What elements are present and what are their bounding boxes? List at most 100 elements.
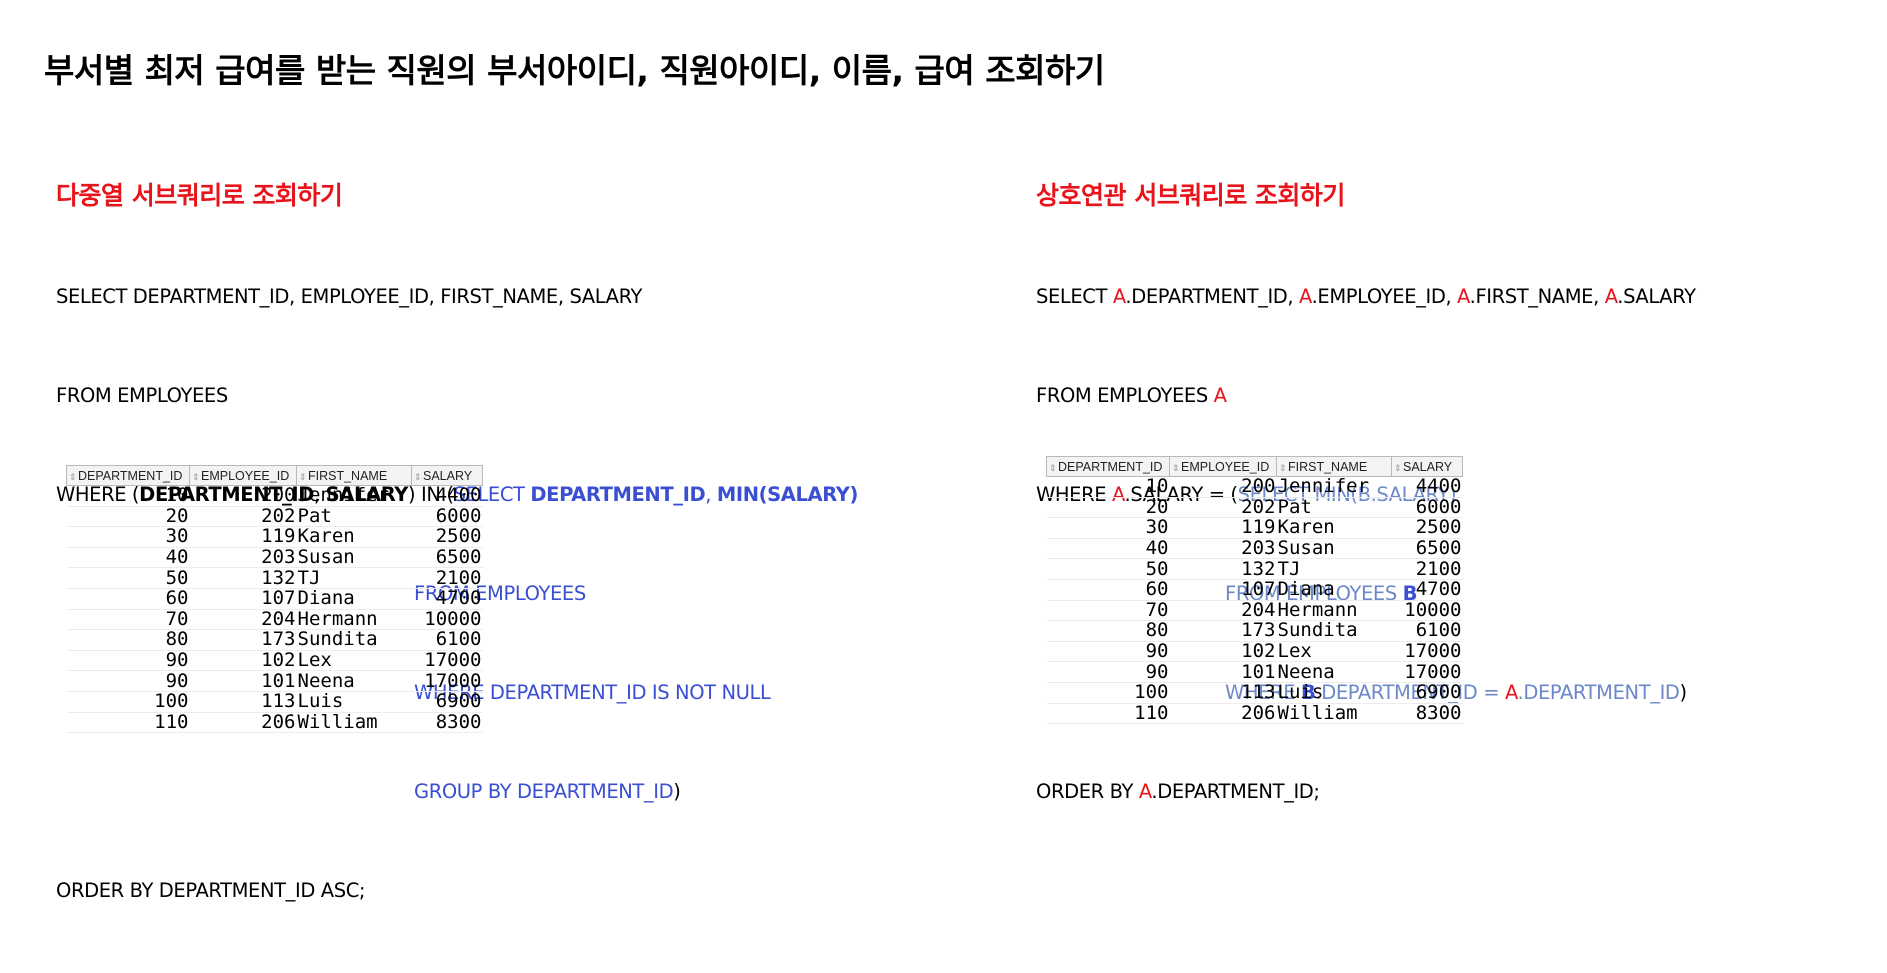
cell-employee-id: 101 [1169,661,1277,683]
table-row[interactable]: 90 102 Lex 17000 [1046,641,1463,663]
cell-first-name: Hermann [1276,600,1392,622]
cell-department-id: 70 [66,609,190,631]
sql-line: SELECT A.DEPARTMENT_ID, A.EMPLOYEE_ID, A… [1036,280,1696,313]
page-title: 부서별 최저 급여를 받는 직원의 부서아이디, 직원아이디, 이름, 급여 조… [44,51,1105,90]
table-header-row: ⇕DEPARTMENT_ID ⇕EMPLOYEE_ID ⇕FIRST_NAME … [1046,456,1463,477]
cell-employee-id: 200 [1169,476,1277,498]
sql-text: .FIRST_NAME, [1469,285,1605,308]
sort-arrows-icon[interactable]: ⇕ [1394,463,1402,474]
table-row[interactable]: 40 203 Susan 6500 [66,547,483,569]
right-table-body: 10 200 Jennifer 4400 20 202 Pat 6000 30 119 Karen 2… [1046,476,1463,725]
sort-arrows-icon[interactable]: ⇕ [69,472,77,483]
table-row[interactable]: 10 200 Jennifer 4400 [66,485,483,507]
cell-department-id: 110 [66,712,190,734]
table-row[interactable]: 20 202 Pat 6000 [66,506,483,528]
cell-department-id: 50 [66,567,190,589]
table-row[interactable]: 80 173 Sundita 6100 [66,629,483,651]
cell-employee-id: 102 [1169,641,1277,663]
table-row[interactable]: 110 206 William 8300 [1046,703,1463,725]
column-header-employee-id[interactable]: ⇕EMPLOYEE_ID [1169,456,1277,477]
cell-salary: 4400 [1391,476,1463,498]
cell-employee-id: 202 [189,506,297,528]
cell-first-name: Lex [296,650,412,672]
table-row[interactable]: 100 113 Luis 6900 [66,691,483,713]
sort-arrows-icon[interactable]: ⇕ [1279,463,1287,474]
alias-a: A [1457,285,1470,308]
cell-salary: 6100 [1391,620,1463,642]
cell-employee-id: 113 [1169,682,1277,704]
cell-employee-id: 132 [189,567,297,589]
table-row[interactable]: 70 204 Hermann 10000 [66,609,483,631]
column-header-first-name[interactable]: ⇕FIRST_NAME [296,465,412,486]
sql-line: ORDER BY A.DEPARTMENT_ID; [1036,775,1696,808]
cell-employee-id: 132 [1169,558,1277,580]
column-header-employee-id[interactable]: ⇕EMPLOYEE_ID [189,465,297,486]
cell-department-id: 90 [66,650,190,672]
cell-salary: 6500 [411,547,483,569]
table-row[interactable]: 20 202 Pat 6000 [1046,497,1463,519]
table-row[interactable]: 50 132 TJ 2100 [1046,558,1463,580]
cell-salary: 6000 [1391,497,1463,519]
table-row[interactable]: 100 113 Luis 6900 [1046,682,1463,704]
table-row[interactable]: 50 132 TJ 2100 [66,567,483,589]
sort-arrows-icon[interactable]: ⇕ [192,472,200,483]
sql-text: GROUP BY DEPARTMENT_ID [414,780,674,803]
sort-arrows-icon[interactable]: ⇕ [299,472,307,483]
cell-salary: 6000 [411,506,483,528]
table-row[interactable]: 10 200 Jennifer 4400 [1046,476,1463,498]
table-row[interactable]: 110 206 William 8300 [66,712,483,734]
cell-first-name: Karen [296,526,412,548]
cell-employee-id: 107 [189,588,297,610]
cell-department-id: 40 [1046,538,1170,560]
cell-department-id: 50 [1046,558,1170,580]
column-header-salary[interactable]: ⇕SALARY [1391,456,1463,477]
cell-department-id: 90 [1046,661,1170,683]
cell-department-id: 10 [1046,476,1170,498]
cell-salary: 4700 [411,588,483,610]
column-header-department-id[interactable]: ⇕DEPARTMENT_ID [1046,456,1170,477]
cell-salary: 17000 [1391,641,1463,663]
cell-employee-id: 119 [189,526,297,548]
table-row[interactable]: 90 101 Neena 17000 [66,670,483,692]
table-row[interactable]: 60 107 Diana 4700 [1046,579,1463,601]
cell-department-id: 30 [66,526,190,548]
sql-text: , [705,483,717,506]
cell-salary: 2100 [411,567,483,589]
cell-employee-id: 119 [1169,517,1277,539]
sql-text: .DEPARTMENT_ID, [1125,285,1300,308]
cell-department-id: 100 [1046,682,1170,704]
cell-first-name: William [296,712,412,734]
table-row[interactable]: 30 119 Karen 2500 [66,526,483,548]
table-row[interactable]: 70 204 Hermann 10000 [1046,600,1463,622]
table-row[interactable]: 80 173 Sundita 6100 [1046,620,1463,642]
column-header-first-name[interactable]: ⇕FIRST_NAME [1276,456,1392,477]
sql-text: .DEPARTMENT_ID; [1151,780,1320,803]
table-row[interactable]: 40 203 Susan 6500 [1046,538,1463,560]
cell-department-id: 60 [1046,579,1170,601]
table-row[interactable]: 30 119 Karen 2500 [1046,517,1463,539]
cell-salary: 4700 [1391,579,1463,601]
cell-department-id: 30 [1046,517,1170,539]
table-row[interactable]: 60 107 Diana 4700 [66,588,483,610]
cell-salary: 6500 [1391,538,1463,560]
table-row[interactable]: 90 102 Lex 17000 [66,650,483,672]
cell-first-name: Pat [1276,497,1392,519]
cell-first-name: Lex [1276,641,1392,663]
cell-salary: 8300 [411,712,483,734]
sql-text: .DEPARTMENT_ID [1517,681,1680,704]
cell-department-id: 20 [66,506,190,528]
cell-department-id: 10 [66,485,190,507]
cell-department-id: 80 [1046,620,1170,642]
alias-a: A [1138,780,1152,803]
cell-department-id: 90 [66,670,190,692]
sort-arrows-icon[interactable]: ⇕ [1049,463,1057,474]
sort-arrows-icon[interactable]: ⇕ [414,472,422,483]
cell-employee-id: 102 [189,650,297,672]
right-result-table: ⇕DEPARTMENT_ID ⇕EMPLOYEE_ID ⇕FIRST_NAME … [1046,456,1463,725]
column-header-salary[interactable]: ⇕SALARY [411,465,483,486]
table-row[interactable]: 90 101 Neena 17000 [1046,661,1463,683]
cell-first-name: TJ [296,567,412,589]
column-header-department-id[interactable]: ⇕DEPARTMENT_ID [66,465,190,486]
sort-arrows-icon[interactable]: ⇕ [1172,463,1180,474]
cell-salary: 2100 [1391,558,1463,580]
